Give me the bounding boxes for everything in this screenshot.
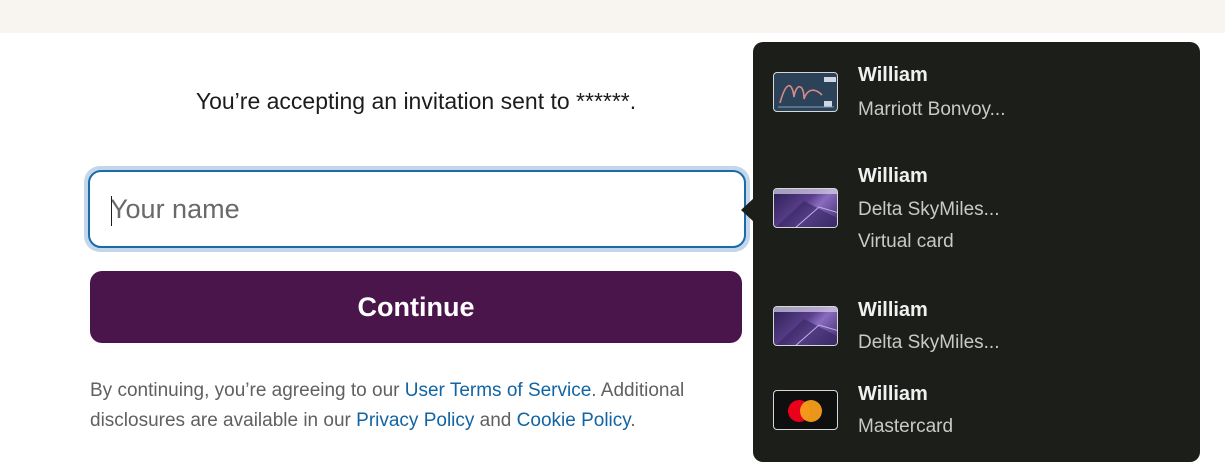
card-holder-name: William xyxy=(858,299,928,321)
card-description: Mastercard xyxy=(858,416,954,437)
card-description: Delta SkyMiles... xyxy=(858,332,1000,353)
legal-suffix: . xyxy=(630,410,636,431)
autofill-item-delta[interactable]: William Delta SkyMiles... xyxy=(753,297,1200,372)
text-caret xyxy=(111,196,112,226)
mastercard-icon xyxy=(773,390,838,430)
card-description: Marriott Bonvoy... xyxy=(858,99,1006,120)
delta-card-icon xyxy=(773,306,838,346)
card-type-label: Virtual card xyxy=(858,231,954,252)
privacy-policy-link[interactable]: Privacy Policy xyxy=(356,410,474,431)
autofill-item-marriott[interactable]: William Marriott Bonvoy... xyxy=(753,62,1200,152)
invitation-message: You’re accepting an invitation sent to *… xyxy=(195,88,637,114)
continue-button[interactable]: Continue xyxy=(90,271,742,343)
delta-card-icon xyxy=(773,188,838,228)
autofill-item-mastercard[interactable]: William Mastercard xyxy=(753,382,1200,462)
card-description: Delta SkyMiles... xyxy=(858,199,1000,220)
top-banner xyxy=(0,0,1225,33)
card-holder-name: William xyxy=(858,165,928,187)
legal-prefix: By continuing, you’re agreeing to our xyxy=(90,380,405,401)
user-terms-link[interactable]: User Terms of Service xyxy=(405,380,592,401)
legal-disclosure: By continuing, you’re agreeing to our Us… xyxy=(90,376,742,436)
card-holder-name: William xyxy=(858,383,928,405)
card-holder-name: William xyxy=(858,64,928,86)
autofill-item-delta-virtual[interactable]: William Delta SkyMiles... Virtual card xyxy=(753,162,1200,287)
autofill-dropdown: William Marriott Bonvoy... William Delta… xyxy=(753,42,1200,462)
name-input[interactable] xyxy=(88,170,746,248)
marriott-card-icon xyxy=(773,72,838,112)
legal-and: and xyxy=(474,410,517,431)
cookie-policy-link[interactable]: Cookie Policy xyxy=(517,410,631,431)
